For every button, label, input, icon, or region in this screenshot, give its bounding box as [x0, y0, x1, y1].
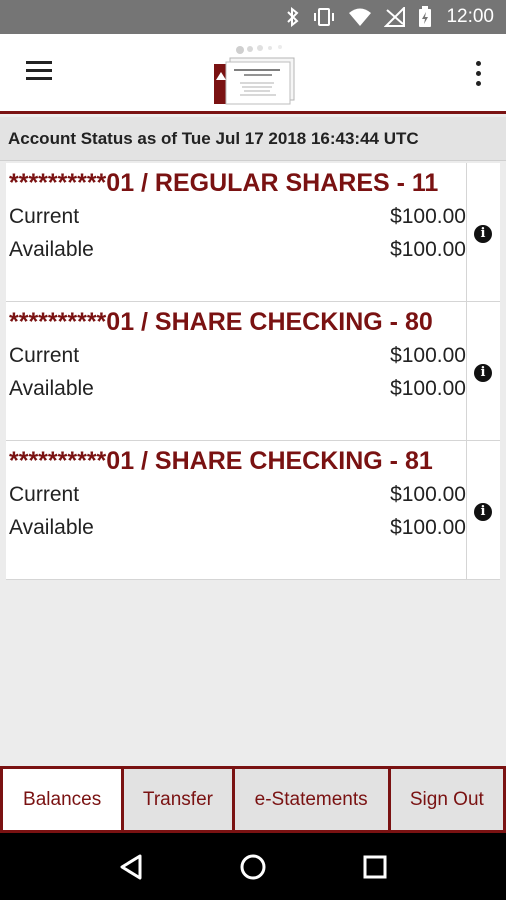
- bluetooth-icon: [286, 7, 300, 27]
- clock: 12:00: [446, 6, 494, 27]
- current-balance-row: Current $100.00: [9, 200, 466, 233]
- recents-icon[interactable]: [357, 849, 393, 885]
- info-icon[interactable]: i: [474, 364, 492, 382]
- account-details: **********01 / SHARE CHECKING - 80 Curre…: [6, 302, 467, 441]
- current-value: $100.00: [390, 483, 466, 506]
- tab-e-statements[interactable]: e-Statements: [234, 769, 388, 830]
- current-value: $100.00: [390, 205, 466, 228]
- available-label: Available: [9, 377, 94, 400]
- tab-transfer[interactable]: Transfer: [124, 769, 232, 830]
- tab-balances[interactable]: Balances: [3, 769, 122, 830]
- available-balance-row: Available $100.00: [9, 511, 466, 544]
- more-vert-icon[interactable]: [466, 56, 490, 92]
- current-label: Current: [9, 483, 80, 506]
- current-balance-row: Current $100.00: [9, 339, 466, 372]
- no-signal-icon: [384, 7, 406, 27]
- account-item[interactable]: **********01 / REGULAR SHARES - 11 Curre…: [6, 163, 500, 302]
- account-item[interactable]: **********01 / SHARE CHECKING - 81 Curre…: [6, 441, 500, 580]
- available-label: Available: [9, 516, 94, 539]
- status-bar: 12:00: [0, 0, 506, 34]
- back-icon[interactable]: [113, 849, 149, 885]
- wifi-icon: [348, 7, 372, 27]
- info-icon[interactable]: i: [474, 225, 492, 243]
- accounts-list: **********01 / REGULAR SHARES - 11 Curre…: [6, 163, 500, 580]
- vibrate-icon: [312, 7, 336, 27]
- home-icon[interactable]: [235, 849, 271, 885]
- tab-sign-out[interactable]: Sign Out: [390, 769, 503, 830]
- current-label: Current: [9, 205, 80, 228]
- battery-charging-icon: [418, 6, 432, 28]
- available-value: $100.00: [390, 238, 466, 261]
- current-balance-row: Current $100.00: [9, 478, 466, 511]
- info-icon[interactable]: i: [474, 503, 492, 521]
- account-status-header: Account Status as of Tue Jul 17 2018 16:…: [0, 117, 506, 161]
- account-title: **********01 / SHARE CHECKING - 80: [9, 308, 433, 336]
- available-value: $100.00: [390, 516, 466, 539]
- app-bar: [0, 34, 506, 114]
- bottom-tab-bar: Balances Transfer e-Statements Sign Out: [0, 766, 506, 833]
- account-title: **********01 / REGULAR SHARES - 11: [9, 169, 439, 197]
- account-details: **********01 / REGULAR SHARES - 11 Curre…: [6, 163, 467, 302]
- credit-union-logo: [210, 44, 300, 106]
- hamburger-menu-icon[interactable]: [20, 56, 60, 92]
- account-title: **********01 / SHARE CHECKING - 81: [9, 447, 433, 475]
- available-balance-row: Available $100.00: [9, 372, 466, 405]
- current-value: $100.00: [390, 344, 466, 367]
- system-nav-bar: [0, 833, 506, 900]
- available-value: $100.00: [390, 377, 466, 400]
- current-label: Current: [9, 344, 80, 367]
- account-details: **********01 / SHARE CHECKING - 81 Curre…: [6, 441, 467, 580]
- account-item[interactable]: **********01 / SHARE CHECKING - 80 Curre…: [6, 302, 500, 441]
- available-balance-row: Available $100.00: [9, 233, 466, 266]
- available-label: Available: [9, 238, 94, 261]
